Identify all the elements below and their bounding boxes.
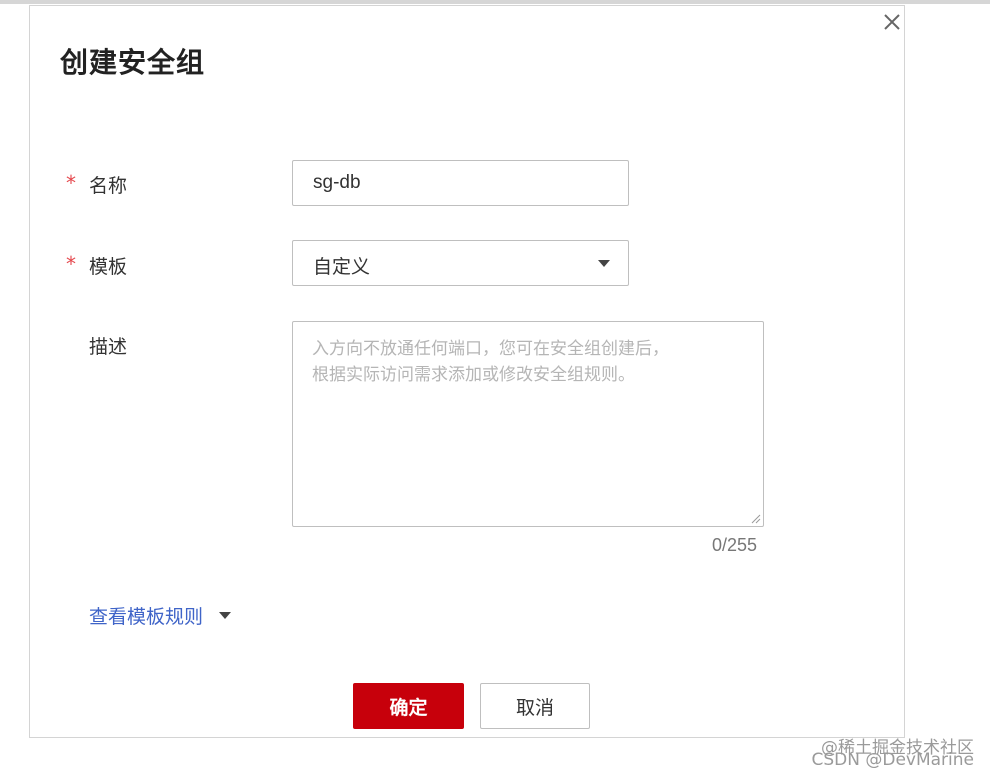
caret-down-icon: [219, 612, 232, 619]
resize-handle-icon[interactable]: [749, 512, 761, 524]
view-template-rules-label: 查看模板规则: [89, 606, 204, 628]
description-char-counter: 0/255: [712, 535, 758, 555]
template-select-value: 自定义: [313, 256, 371, 278]
name-input[interactable]: [292, 160, 629, 206]
page-top-border: [0, 0, 990, 4]
description-placeholder: 入方向不放通任何端口，您可在安全组创建后， 根据实际访问需求添加或修改安全组规则…: [312, 336, 752, 388]
placeholder-line-1: 入方向不放通任何端口，您可在安全组创建后，: [312, 339, 669, 359]
watermark-csdn: CSDN @DevMarine: [811, 750, 974, 770]
confirm-button[interactable]: 确定: [353, 683, 464, 729]
placeholder-line-2: 根据实际访问需求添加或修改安全组规则。: [312, 365, 635, 385]
description-textarea[interactable]: 入方向不放通任何端口，您可在安全组创建后， 根据实际访问需求添加或修改安全组规则…: [292, 321, 764, 527]
required-star-template: *: [66, 252, 76, 276]
caret-down-icon: [598, 260, 610, 267]
description-label: 描述: [89, 336, 128, 358]
view-template-rules-link[interactable]: 查看模板规则: [89, 602, 232, 629]
dialog-title: 创建安全组: [60, 46, 206, 79]
cancel-button[interactable]: 取消: [480, 683, 590, 729]
close-button[interactable]: [880, 10, 904, 34]
template-label: 模板: [89, 256, 128, 278]
close-icon: [884, 14, 900, 30]
template-select[interactable]: 自定义: [292, 240, 629, 286]
required-star-name: *: [66, 171, 76, 195]
name-label: 名称: [89, 175, 128, 197]
